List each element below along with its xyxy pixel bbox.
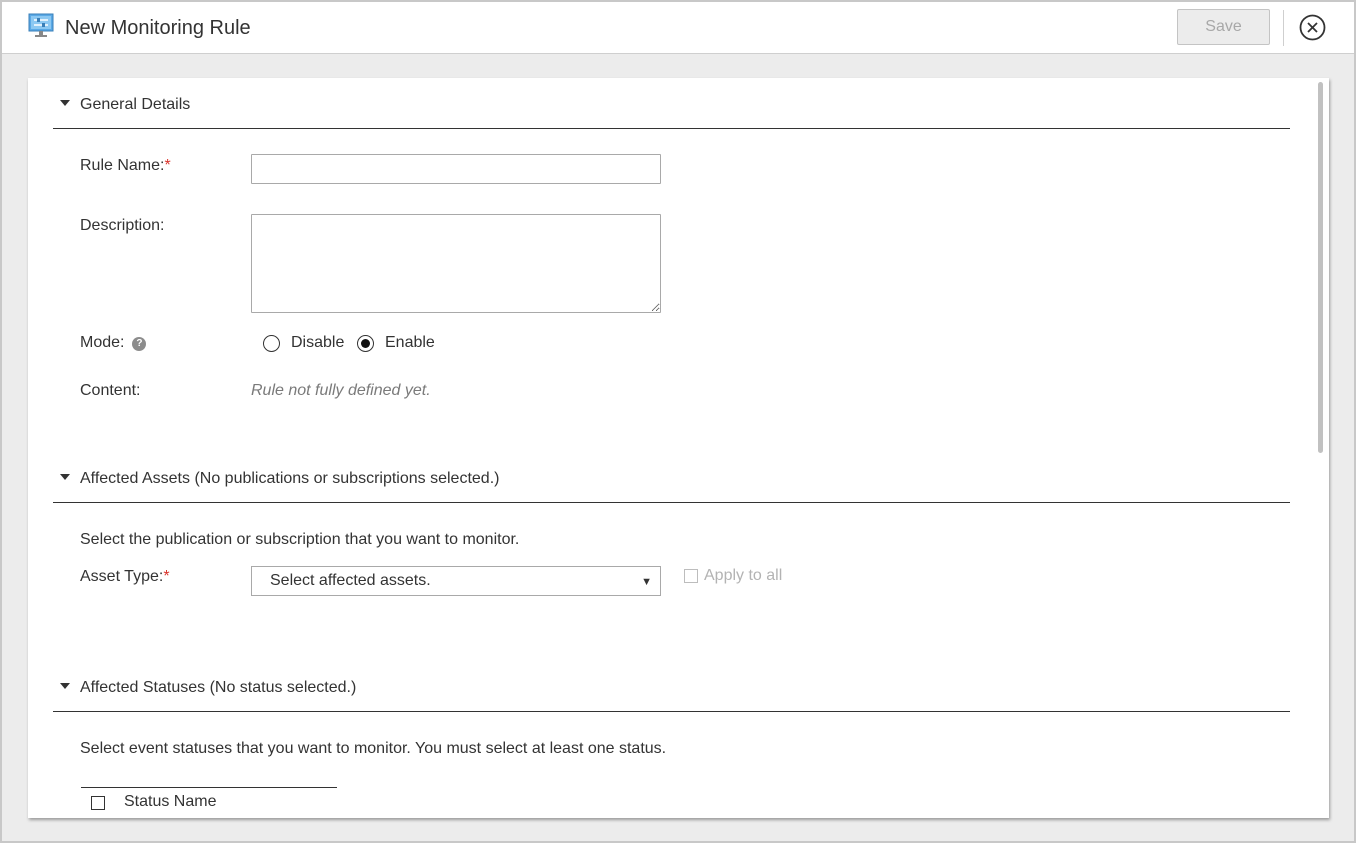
description-textarea[interactable] [251, 214, 661, 313]
caret-down-icon [60, 474, 70, 480]
mode-enable-radio[interactable] [357, 335, 374, 352]
content-label: Content: [80, 382, 141, 399]
apply-to-all-label: Apply to all [704, 567, 783, 584]
required-mark: * [163, 568, 170, 585]
rule-name-label: Rule Name:* [80, 157, 171, 175]
close-circle-icon[interactable] [1299, 14, 1326, 41]
section-title: General Details [80, 96, 191, 113]
dialog-header: New Monitoring Rule Save [2, 2, 1354, 54]
section-assets-header[interactable]: Affected Assets (No publications or subs… [53, 453, 1290, 503]
description-label: Description: [80, 217, 165, 234]
content-value: Rule not fully defined yet. [251, 382, 431, 399]
assets-instruction: Select the publication or subscription t… [80, 531, 520, 548]
apply-to-all-checkbox[interactable] [684, 569, 698, 583]
save-button[interactable]: Save [1177, 9, 1270, 45]
mode-label: Mode:? [80, 334, 147, 352]
help-icon[interactable]: ? [132, 337, 147, 351]
section-title: Affected Assets (No publications or subs… [80, 470, 500, 487]
asset-type-select-value: Select affected assets. [270, 572, 431, 589]
dialog-title: New Monitoring Rule [65, 17, 251, 39]
table-top-border [81, 787, 337, 788]
monitor-settings-icon [28, 13, 54, 39]
section-general-header[interactable]: General Details [53, 79, 1290, 129]
mode-enable-label[interactable]: Enable [385, 334, 435, 352]
mode-disable-label[interactable]: Disable [291, 334, 344, 352]
rule-name-label-text: Rule Name: [80, 157, 165, 174]
caret-down-icon [60, 100, 70, 106]
mode-label-text: Mode: [80, 334, 125, 351]
section-title: Affected Statuses (No status selected.) [80, 679, 357, 696]
statuses-instruction: Select event statuses that you want to m… [80, 740, 667, 757]
asset-type-label: Asset Type:* [80, 568, 170, 586]
select-all-status-checkbox[interactable] [91, 796, 105, 810]
asset-type-label-text: Asset Type: [80, 568, 164, 585]
required-mark: * [164, 157, 171, 174]
dialog-window: New Monitoring Rule Save General Details… [0, 0, 1356, 843]
status-name-column-header: Status Name [124, 793, 217, 810]
rule-name-input[interactable] [251, 154, 661, 184]
caret-down-icon [60, 683, 70, 689]
mode-disable-radio[interactable] [263, 335, 280, 352]
header-divider [1283, 10, 1284, 46]
asset-type-select[interactable]: Select affected assets. ▼ [251, 566, 661, 596]
form-panel: General Details Rule Name:* Description:… [28, 78, 1329, 818]
scrollbar-thumb[interactable] [1318, 82, 1323, 453]
dropdown-arrow-icon: ▼ [641, 576, 652, 588]
section-statuses-header[interactable]: Affected Statuses (No status selected.) [53, 662, 1290, 712]
